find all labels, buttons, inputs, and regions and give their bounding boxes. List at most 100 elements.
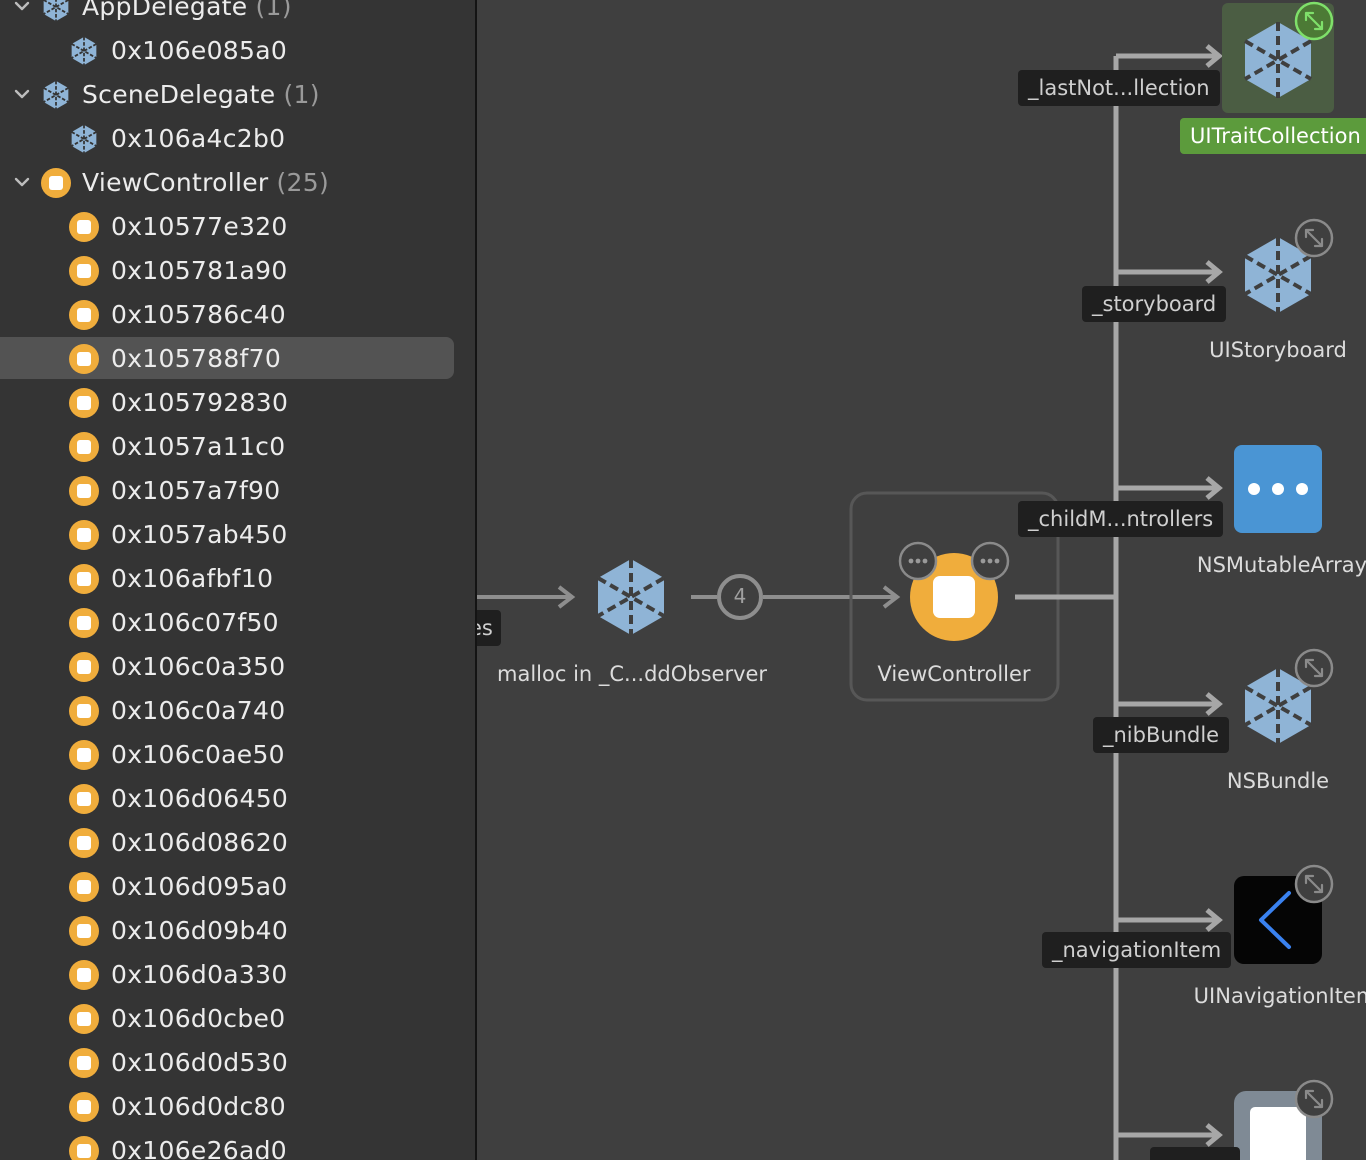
expand-storyboard-icon[interactable] xyxy=(1294,218,1334,258)
view-controller-instance-icon xyxy=(69,564,99,594)
sidebar-instance-row[interactable]: 0x106d0dc80 xyxy=(0,1085,475,1129)
instance-address: 0x106d0dc80 xyxy=(111,1092,286,1121)
sidebar-instance-row[interactable]: 0x10577e320 xyxy=(0,205,475,249)
sidebar-instance-row[interactable]: 0x106c0a740 xyxy=(0,689,475,733)
malloc-node-icon[interactable] xyxy=(596,557,666,637)
sidebar-group-1[interactable]: SceneDelegate (1) xyxy=(0,73,475,117)
instance-address: 0x105781a90 xyxy=(111,256,288,285)
expand-bundle-icon[interactable] xyxy=(1294,648,1334,688)
view-controller-instance-icon xyxy=(69,828,99,858)
storyboard-label[interactable]: UIStoryboard xyxy=(1197,338,1359,362)
expand-view-object-icon[interactable] xyxy=(1294,1079,1334,1119)
instance-cube-icon xyxy=(69,124,99,154)
bundle-label[interactable]: NSBundle xyxy=(1197,769,1359,793)
malloc-node-label: malloc in _C...ddObserver xyxy=(497,662,768,686)
chevron-down-icon[interactable] xyxy=(11,0,33,17)
more-left-icon[interactable] xyxy=(898,541,938,581)
group-label: ViewController (25) xyxy=(82,168,330,197)
view-controller-instance-icon xyxy=(69,608,99,638)
view-controller-instance-icon xyxy=(69,388,99,418)
view-controller-instance-icon xyxy=(69,256,99,286)
group-count: (1) xyxy=(283,80,320,109)
sidebar-instance-row[interactable]: 0x105792830 xyxy=(0,381,475,425)
instance-address: 0x106d0cbe0 xyxy=(111,1004,286,1033)
sidebar-instance-row[interactable]: 0x106e085a0 xyxy=(0,29,475,73)
view-controller-instance-icon xyxy=(69,344,99,374)
instance-address: 0x106d0a330 xyxy=(111,960,288,989)
edge-label-navigationitem: _navigationItem xyxy=(1042,932,1232,968)
instance-cube-icon xyxy=(69,36,99,66)
sidebar-instance-row[interactable]: 0x106c07f50 xyxy=(0,601,475,645)
sidebar-instance-row[interactable]: 0x105786c40 xyxy=(0,293,475,337)
sidebar-instance-row[interactable]: 0x106d0a330 xyxy=(0,953,475,997)
view-controller-instance-icon xyxy=(69,300,99,330)
mutable-array-label[interactable]: NSMutableArray xyxy=(1182,553,1366,577)
class-cube-icon xyxy=(41,80,71,110)
count-badge-label: 4 xyxy=(733,584,747,608)
sidebar-instance-row[interactable]: 0x106d0d530 xyxy=(0,1041,475,1085)
sidebar-instance-row[interactable]: 0x106e26ad0 xyxy=(0,1129,475,1160)
sidebar-instance-row[interactable]: 0x106c0ae50 xyxy=(0,733,475,777)
instance-address: 0x1057a11c0 xyxy=(111,432,286,461)
group-label: SceneDelegate (1) xyxy=(82,80,320,109)
navigation-item-label[interactable]: UINavigationItem xyxy=(1185,984,1366,1008)
instance-address: 0x106c0a350 xyxy=(111,652,286,681)
mutable-array-icon[interactable] xyxy=(1234,445,1322,533)
expand-trait-collection-icon[interactable] xyxy=(1294,1,1334,41)
class-cube-icon xyxy=(41,0,71,22)
view-controller-instance-icon xyxy=(69,1136,99,1160)
instance-address: 0x106d06450 xyxy=(111,784,289,813)
expand-navigation-item-icon[interactable] xyxy=(1294,864,1334,904)
sidebar-instance-row[interactable]: 0x106d0cbe0 xyxy=(0,997,475,1041)
instance-address: 0x106d0d530 xyxy=(111,1048,289,1077)
sidebar-instance-row[interactable]: 0x106d095a0 xyxy=(0,865,475,909)
instance-address: 0x106d09b40 xyxy=(111,916,289,945)
chevron-down-icon[interactable] xyxy=(11,83,33,105)
sidebar-instance-row[interactable]: 0x1057ab450 xyxy=(0,513,475,557)
memory-graph-canvas[interactable]: es malloc in _C...ddObserver 4 ViewContr… xyxy=(477,0,1366,1160)
instance-address: 0x106c07f50 xyxy=(111,608,279,637)
sidebar-instance-row[interactable]: 0x106d09b40 xyxy=(0,909,475,953)
edge-label-storyboard: _storyboard xyxy=(1082,286,1227,322)
chevron-down-icon[interactable] xyxy=(11,171,33,193)
view-controller-instance-icon xyxy=(69,652,99,682)
sidebar-instance-row[interactable]: 0x105781a90 xyxy=(0,249,475,293)
edge-label-partial xyxy=(1150,1147,1240,1160)
instance-address: 0x106e085a0 xyxy=(111,36,288,65)
view-controller-instance-icon xyxy=(69,740,99,770)
view-controller-instance-icon xyxy=(69,520,99,550)
instance-address: 0x1057a7f90 xyxy=(111,476,281,505)
instance-address: 0x105788f70 xyxy=(111,344,282,373)
view-controller-instance-icon xyxy=(69,432,99,462)
instance-address: 0x10577e320 xyxy=(111,212,288,241)
view-controller-instance-icon xyxy=(69,476,99,506)
view-controller-instance-icon xyxy=(69,1048,99,1078)
sidebar-instance-row[interactable]: 0x106d06450 xyxy=(0,777,475,821)
more-right-icon[interactable] xyxy=(970,541,1010,581)
sidebar-instance-row[interactable]: 0x106afbf10 xyxy=(0,557,475,601)
trait-collection-label[interactable]: UITraitCollection xyxy=(1180,118,1366,154)
edge-label-lastnot: _lastNot...llection xyxy=(1018,70,1220,106)
sidebar-instance-row[interactable]: 0x106d08620 xyxy=(0,821,475,865)
edge-label-childm: _childM...ntrollers xyxy=(1018,501,1224,537)
view-controller-instance-icon xyxy=(69,916,99,946)
instance-address: 0x106d095a0 xyxy=(111,872,288,901)
sidebar-instance-row[interactable]: 0x1057a11c0 xyxy=(0,425,475,469)
incoming-edge-label: es xyxy=(477,610,501,646)
view-controller-instance-icon xyxy=(69,696,99,726)
instance-address: 0x106c0ae50 xyxy=(111,740,285,769)
view-controller-label: ViewController xyxy=(877,662,1031,686)
view-controller-instance-icon xyxy=(69,784,99,814)
edge-label-nibbundle: _nibBundle xyxy=(1093,717,1230,753)
view-controller-instance-icon xyxy=(69,212,99,242)
sidebar-instance-row[interactable]: 0x106a4c2b0 xyxy=(0,117,475,161)
sidebar-instance-row[interactable]: 0x1057a7f90 xyxy=(0,469,475,513)
sidebar-instance-row[interactable]: 0x106c0a350 xyxy=(0,645,475,689)
sidebar-instance-row[interactable]: 0x105788f70 xyxy=(0,337,475,381)
instance-address: 0x106c0a740 xyxy=(111,696,286,725)
instance-address: 0x106afbf10 xyxy=(111,564,274,593)
instance-address: 0x106e26ad0 xyxy=(111,1136,288,1160)
instance-address: 0x106a4c2b0 xyxy=(111,124,286,153)
sidebar-group-2[interactable]: ViewController (25) xyxy=(0,161,475,205)
sidebar-group-0[interactable]: AppDelegate (1) xyxy=(0,0,475,29)
